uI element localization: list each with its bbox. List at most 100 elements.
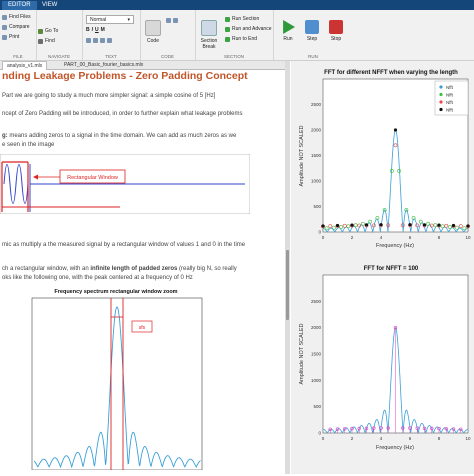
step-icon bbox=[305, 20, 319, 34]
list-buttons[interactable] bbox=[86, 38, 112, 43]
run-group: Run Step Stop RUN bbox=[273, 10, 353, 60]
page-title: nding Leakage Problems - Zero Padding Co… bbox=[2, 70, 248, 82]
chart2-ytick-label: 1500 bbox=[311, 352, 322, 357]
stop-button[interactable]: Stop bbox=[325, 20, 347, 42]
chart2-xtick-label: 2 bbox=[351, 436, 354, 441]
bold-icon[interactable]: B bbox=[86, 27, 90, 33]
control-icon[interactable] bbox=[173, 18, 178, 23]
navigate-group-label: NAVIGATE bbox=[47, 54, 71, 59]
find-files-button[interactable]: Find Files bbox=[2, 14, 31, 20]
chart1-series-point bbox=[335, 223, 340, 228]
section-group-label: SECTION bbox=[223, 54, 244, 59]
legend-marker bbox=[439, 107, 443, 112]
chart1-xtick-label: 0 bbox=[322, 235, 325, 240]
doc-line-zeropad: g: means adding zeros to a signal in the… bbox=[2, 132, 236, 140]
doc-line-4c: (really big N, so really bbox=[177, 266, 237, 272]
align-center-icon[interactable] bbox=[107, 38, 112, 43]
chart1-ytick-label: 2500 bbox=[311, 102, 322, 107]
doc-line-4b: infinite length of padded zeros bbox=[90, 266, 178, 272]
rectangular-window-figure: Rectangular Window bbox=[0, 154, 250, 214]
document-tabs: analysis_v1.mlx PART_00_Basic_fourier_ba… bbox=[0, 61, 290, 70]
live-script-document: nding Leakage Problems - Zero Padding Co… bbox=[0, 70, 284, 470]
chart2-title: FFT for NFFT = 100 bbox=[364, 266, 419, 272]
align-left-icon[interactable] bbox=[100, 38, 105, 43]
step-button[interactable]: Step bbox=[301, 20, 323, 42]
search-icon bbox=[38, 38, 43, 44]
chart1-legend: Nfft Nfft Nfft Nfft bbox=[434, 80, 469, 116]
code-button[interactable]: Code bbox=[142, 20, 164, 44]
chart1-xlabel: Frequency (Hz) bbox=[376, 243, 414, 249]
run-section-button[interactable]: Run Section bbox=[225, 16, 259, 22]
chart2-ytick-label: 1000 bbox=[311, 378, 322, 383]
chart1-series-point bbox=[466, 224, 470, 228]
control-icons[interactable] bbox=[166, 18, 178, 23]
print-button[interactable]: Print bbox=[2, 34, 19, 40]
chart1-series-point bbox=[379, 223, 383, 227]
chart2-ytick-label: 500 bbox=[313, 404, 321, 409]
chart2-ylabel: Amplitude NOT SCALED bbox=[299, 323, 305, 384]
monospace-icon[interactable]: M bbox=[101, 27, 105, 33]
legend-marker bbox=[439, 85, 443, 89]
play-icon bbox=[283, 20, 295, 34]
format-buttons[interactable]: BIUM bbox=[86, 27, 105, 33]
chart2-xlabel: Frequency (Hz) bbox=[376, 445, 414, 451]
tab-editor[interactable]: EDITOR bbox=[2, 1, 37, 10]
run-to-end-icon bbox=[225, 36, 230, 42]
legend-marker bbox=[439, 100, 443, 104]
find-button[interactable]: Find bbox=[38, 38, 55, 44]
compare-icon bbox=[2, 24, 7, 30]
go-to-button[interactable]: Go To bbox=[38, 28, 58, 34]
chart1-series-point bbox=[321, 224, 325, 228]
chart1-series-point bbox=[422, 223, 427, 227]
figure-window: FFT for different NFFT when varying the … bbox=[291, 61, 474, 474]
bullet-list-icon[interactable] bbox=[93, 38, 98, 43]
chart1-xtick-label: 8 bbox=[438, 235, 441, 240]
chart2-xtick-label: 4 bbox=[380, 436, 383, 441]
chart1-series-point bbox=[451, 223, 456, 228]
doc-line-5: oks like the following one, with the pea… bbox=[2, 275, 193, 281]
underline-icon[interactable]: U bbox=[95, 27, 99, 33]
chart1-series-point bbox=[393, 128, 398, 132]
section-group: Section Break Run Section Run and Advanc… bbox=[195, 10, 274, 60]
run-section-icon bbox=[225, 16, 230, 22]
legend-entry: Nfft bbox=[446, 85, 454, 90]
ribbon: Find Files Compare Print FILE Go To Find… bbox=[0, 10, 474, 61]
run-advance-button[interactable]: Run and Advance bbox=[225, 26, 271, 32]
run-button[interactable]: Run bbox=[277, 20, 299, 42]
section-break-icon bbox=[201, 20, 217, 36]
chart2-ytick-label: 0 bbox=[318, 431, 321, 436]
legend-marker bbox=[439, 92, 443, 97]
chart1-ytick-label: 2000 bbox=[311, 128, 322, 133]
numbered-list-icon[interactable] bbox=[86, 38, 91, 43]
navigate-group: Go To Find NAVIGATE bbox=[36, 10, 83, 60]
doc-line-4: ch a rectangular window, with an infinit… bbox=[2, 265, 237, 273]
text-style-select[interactable]: Normal ▾ bbox=[86, 15, 134, 24]
doc-line-2: ncept of Zero Padding will be introduced… bbox=[2, 111, 243, 117]
stop-icon bbox=[329, 20, 343, 34]
print-icon bbox=[2, 34, 7, 40]
code-group: Code CODE bbox=[140, 10, 196, 60]
zeropad-prefix: g: bbox=[2, 133, 8, 139]
italic-icon[interactable]: I bbox=[92, 27, 93, 33]
toolstrip-tabbar: EDITOR VIEW bbox=[0, 0, 474, 10]
task-icon[interactable] bbox=[166, 18, 171, 23]
doc-line-4a: ch a rectangular window, with an bbox=[2, 266, 91, 272]
legend-entry: Nfft bbox=[446, 93, 454, 98]
chart2-xtick-label: 8 bbox=[438, 436, 441, 441]
code-group-label: CODE bbox=[160, 54, 174, 59]
annotation-text: sfs bbox=[139, 325, 146, 331]
chart2-ytick-label: 2000 bbox=[311, 325, 322, 330]
chart1-series-point bbox=[350, 223, 354, 227]
chart2-ytick-label: 2500 bbox=[311, 299, 322, 304]
doc-tab-part00[interactable]: PART_00_Basic_fourier_basics.mlx bbox=[60, 61, 147, 69]
section-break-button[interactable]: Section Break bbox=[197, 20, 221, 50]
document-scrollbar[interactable] bbox=[286, 250, 289, 320]
tab-view[interactable]: VIEW bbox=[36, 1, 63, 10]
doc-tab-analysis[interactable]: analysis_v1.mlx bbox=[2, 61, 48, 70]
chart1-xtick-label: 2 bbox=[351, 235, 354, 240]
run-to-end-button[interactable]: Run to End bbox=[225, 36, 257, 42]
legend-entry: Nfft bbox=[446, 108, 454, 113]
run-advance-icon bbox=[225, 26, 230, 32]
compare-button[interactable]: Compare bbox=[2, 24, 30, 30]
chart1-series-point bbox=[437, 223, 441, 227]
